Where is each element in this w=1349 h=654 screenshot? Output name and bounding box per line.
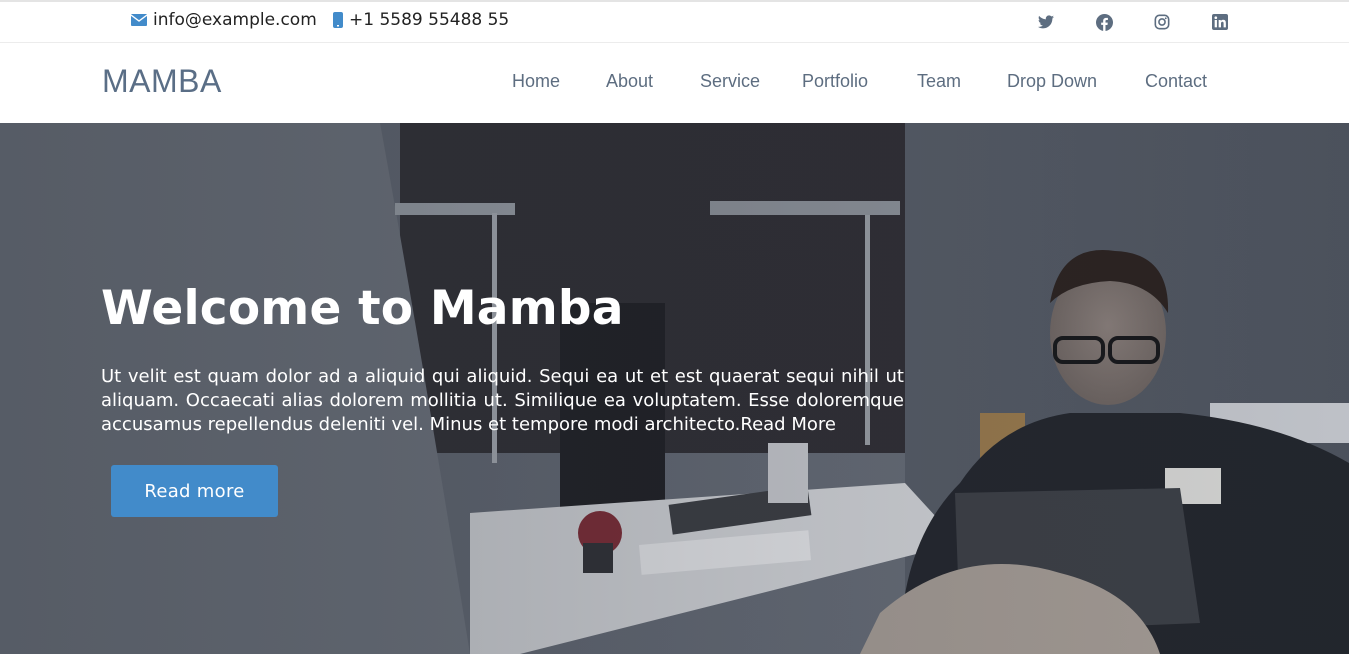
hero-description: Ut velit est quam dolor ad a aliquid qui… [101, 365, 904, 437]
nav-drop-down[interactable]: Drop Down [1007, 71, 1097, 92]
inline-read-more-link[interactable]: Read More [740, 414, 836, 435]
hero-section: Welcome to Mamba Ut velit est quam dolor… [0, 123, 1349, 654]
nav-home[interactable]: Home [512, 71, 560, 92]
mobile-phone-icon [333, 12, 343, 28]
phone-text: +1 5589 55488 55 [349, 10, 510, 30]
main-nav: Home About Service Portfolio Team Drop D… [0, 71, 1349, 95]
nav-service[interactable]: Service [700, 71, 760, 92]
read-more-button[interactable]: Read more [111, 465, 278, 517]
nav-portfolio[interactable]: Portfolio [802, 71, 868, 92]
contact-phone[interactable]: +1 5589 55488 55 [333, 10, 509, 30]
hero-title: Welcome to Mamba [101, 281, 624, 336]
nav-contact[interactable]: Contact [1145, 71, 1207, 92]
top-bar: info@example.com +1 5589 55488 55 [0, 0, 1349, 43]
nav-about[interactable]: About [606, 71, 653, 92]
envelope-icon [131, 14, 147, 26]
email-text: info@example.com [153, 10, 317, 30]
facebook-icon[interactable] [1095, 13, 1113, 31]
instagram-icon[interactable] [1153, 13, 1171, 31]
linkedin-icon[interactable] [1211, 13, 1229, 31]
nav-team[interactable]: Team [917, 71, 961, 92]
site-header: MAMBA Home About Service Portfolio Team … [0, 43, 1349, 123]
contact-email[interactable]: info@example.com [131, 10, 317, 30]
twitter-icon[interactable] [1037, 13, 1055, 31]
